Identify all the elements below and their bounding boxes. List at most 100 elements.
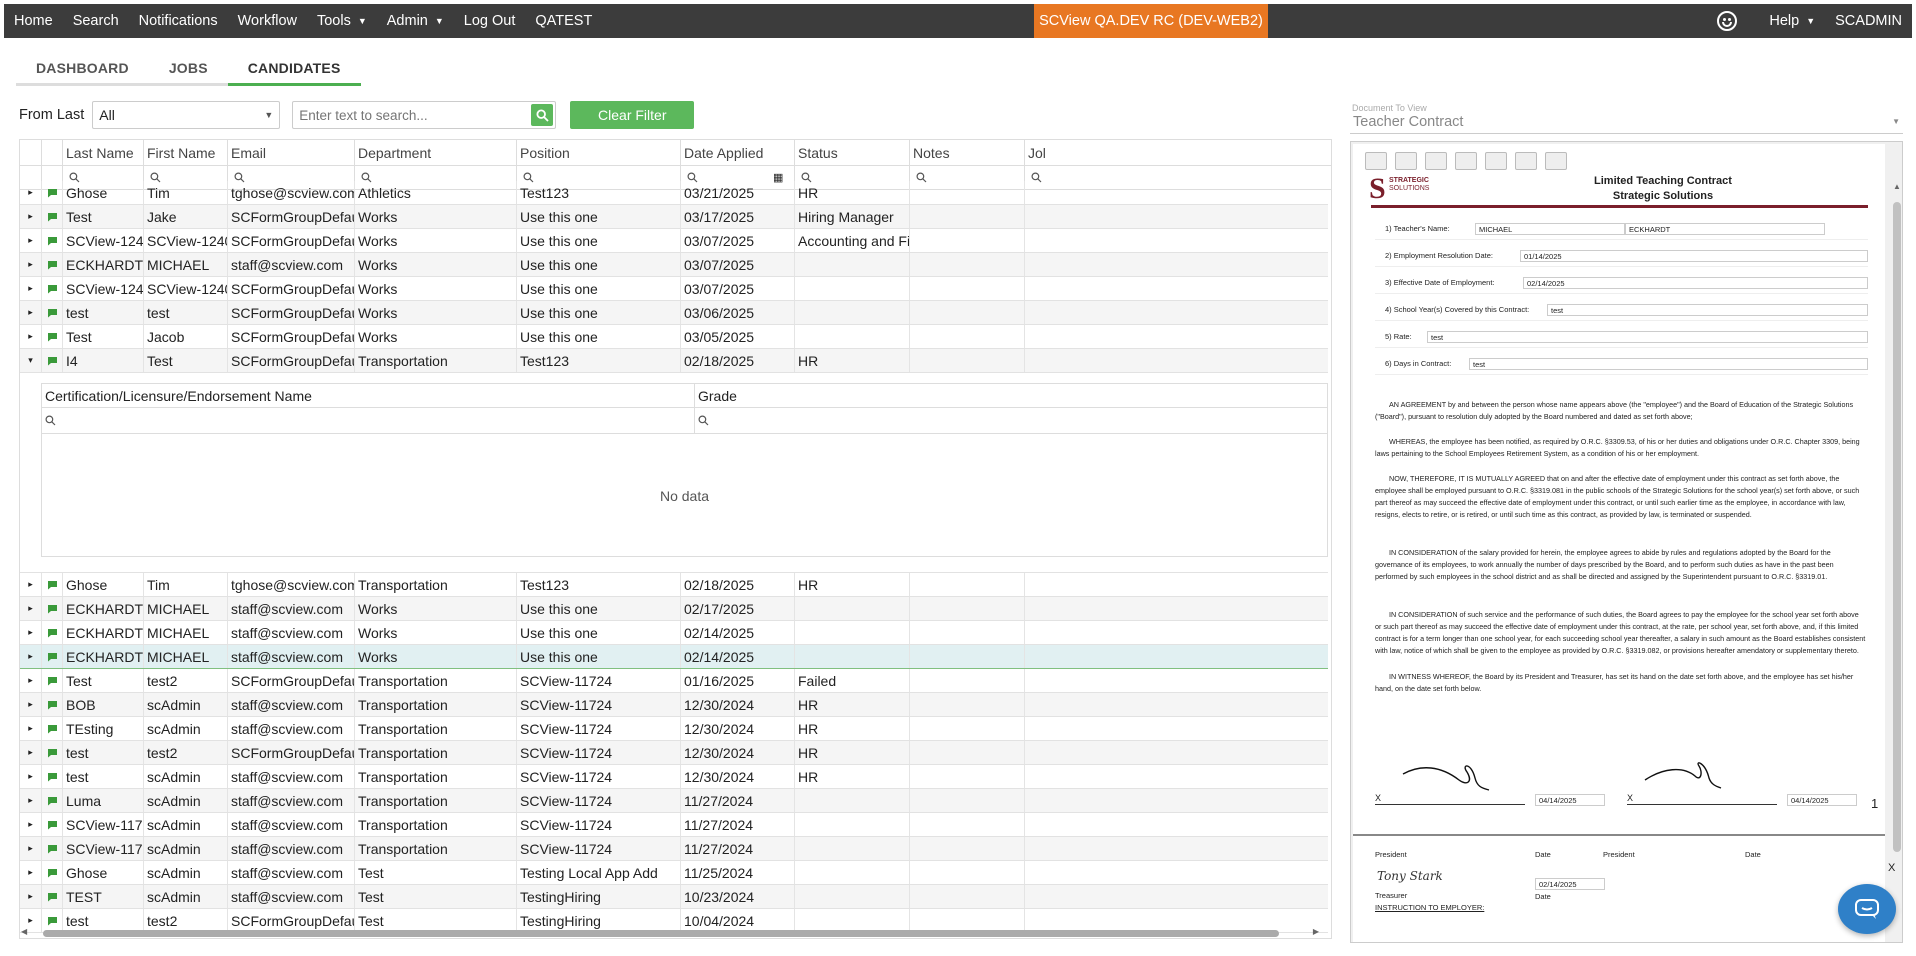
table-row[interactable]: ▸ test scAdmin staff@scview.com Transportati… [20, 765, 1328, 789]
tab-jobs[interactable]: JOBS [148, 52, 228, 86]
column-header-certification[interactable]: Certification/Licensure/Endorsement Name [42, 384, 695, 407]
column-header-status[interactable]: Status [795, 140, 910, 165]
clear-filter-button[interactable]: Clear Filter [570, 101, 695, 129]
table-row[interactable]: ▸ Ghose Tim tghose@scview.com Athletics Test1… [20, 181, 1328, 205]
document-select[interactable]: Teacher Contract ▼ [1350, 110, 1903, 134]
row-expand-toggle[interactable]: ▸ [20, 597, 42, 620]
scroll-left-icon[interactable]: ◀ [21, 927, 27, 936]
row-expand-toggle[interactable]: ▸ [20, 621, 42, 644]
row-expand-toggle[interactable]: ▸ [20, 693, 42, 716]
row-expand-toggle[interactable]: ▸ [20, 301, 42, 324]
search-button[interactable] [531, 104, 554, 126]
row-expand-toggle[interactable]: ▸ [20, 277, 42, 300]
grid-vertical-scrollbar[interactable]: ▲ ▼ [1330, 200, 1332, 920]
row-expand-toggle[interactable]: ▸ [20, 205, 42, 228]
row-message-button[interactable] [42, 205, 63, 228]
table-row[interactable]: ▸ Test Jacob SCFormGroupDefault...Works Use … [20, 325, 1328, 349]
row-expand-toggle[interactable]: ▸ [20, 253, 42, 276]
row-expand-toggle[interactable]: ▸ [20, 717, 42, 740]
row-expand-toggle[interactable]: ▸ [20, 229, 42, 252]
filter-certification[interactable] [42, 408, 695, 433]
document-vertical-scrollbar[interactable]: ▲ [1891, 182, 1902, 872]
row-expand-toggle[interactable]: ▸ [20, 813, 42, 836]
table-row[interactable]: ▸SCView-1240...SCView-1240...SCFormGroup… [20, 229, 1328, 253]
row-message-button[interactable] [42, 349, 63, 372]
tab-candidates[interactable]: CANDIDATES [227, 52, 361, 86]
help-menu[interactable]: Help ▼ [1759, 4, 1825, 38]
row-message-button[interactable] [42, 325, 63, 348]
column-header-date-applied[interactable]: Date Applied↓ [681, 140, 795, 165]
scroll-up-icon[interactable]: ▲ [1893, 182, 1901, 191]
column-header-email[interactable]: Email [228, 140, 355, 165]
row-message-button[interactable] [42, 717, 63, 740]
row-expand-toggle[interactable]: ▸ [20, 181, 42, 204]
column-header-job[interactable]: Jol [1025, 140, 1331, 165]
row-message-button[interactable] [42, 861, 63, 884]
row-expand-toggle[interactable]: ▸ [20, 837, 42, 860]
zoom-icon[interactable] [1545, 152, 1567, 170]
table-row[interactable]: ▸SCView-11724scAdminstaff@scview.comTran… [20, 813, 1328, 837]
filter-grade[interactable] [695, 408, 1329, 433]
table-row[interactable]: ▸ TEST scAdmin staff@scview.com Test TestingH… [20, 885, 1328, 909]
table-row[interactable]: ▸ BOB scAdmin staff@scview.com Transportatio… [20, 693, 1328, 717]
row-expand-toggle[interactable]: ▸ [20, 645, 42, 668]
nav-item-search[interactable]: Search [63, 4, 129, 38]
search-input[interactable] [299, 107, 532, 123]
table-row[interactable]: ▸SCView-11724scAdminstaff@scview.comTran… [20, 837, 1328, 861]
row-message-button[interactable] [42, 813, 63, 836]
fit-page-icon[interactable] [1455, 152, 1477, 170]
row-expand-toggle[interactable]: ▸ [20, 669, 42, 692]
row-message-button[interactable] [42, 229, 63, 252]
table-row[interactable]: ▸ Test Jake SCFormGroupDefault...Works Use t… [20, 205, 1328, 229]
table-row[interactable]: ▸ ECKHARDT MICHAEL staff@scview.com Works Use… [20, 253, 1328, 277]
grid-horizontal-scroll-thumb[interactable] [43, 930, 1279, 937]
row-expand-toggle[interactable]: ▸ [20, 573, 42, 596]
row-expand-toggle[interactable]: ▸ [20, 325, 42, 348]
chat-support-button[interactable] [1838, 884, 1896, 934]
column-header-last-name[interactable]: Last Name [63, 140, 144, 165]
nav-item-notifications[interactable]: Notifications [129, 4, 228, 38]
row-expand-toggle[interactable]: ▸ [20, 789, 42, 812]
nav-item-tools[interactable]: Tools ▼ [307, 4, 377, 38]
document-viewer[interactable]: S STRATEGIC SOLUTIONS Limited Teaching C… [1350, 141, 1903, 943]
row-message-button[interactable] [42, 621, 63, 644]
row-message-button[interactable] [42, 645, 63, 668]
rotate-left-icon[interactable] [1485, 152, 1507, 170]
row-message-button[interactable] [42, 789, 63, 812]
nav-item-qatest[interactable]: QATEST [525, 4, 602, 38]
row-message-button[interactable] [42, 181, 63, 204]
row-expand-toggle[interactable]: ▸ [20, 861, 42, 884]
table-row[interactable]: ▸ Ghose scAdmin staff@scview.com Test Testing… [20, 861, 1328, 885]
row-message-button[interactable] [42, 573, 63, 596]
row-message-button[interactable] [42, 277, 63, 300]
row-expand-toggle[interactable]: ▸ [20, 765, 42, 788]
feedback-smiley-icon[interactable] [1717, 11, 1738, 31]
rotate-right-icon[interactable] [1515, 152, 1537, 170]
table-row[interactable]: ▸ Test test2 SCFormGroupDefault...Transport… [20, 669, 1328, 693]
tab-dashboard[interactable]: DASHBOARD [16, 52, 149, 86]
row-expand-toggle[interactable]: ▸ [20, 885, 42, 908]
from-last-select[interactable]: All ▼ [92, 101, 281, 129]
table-row[interactable]: ▸ Ghose Tim tghose@scview.com Transportation… [20, 573, 1328, 597]
row-message-button[interactable] [42, 669, 63, 692]
nav-item-log-out[interactable]: Log Out [454, 4, 526, 38]
table-row[interactable]: ▸ TEsting scAdmin staff@scview.com Transport… [20, 717, 1328, 741]
scroll-up-icon[interactable]: ▲ [1331, 200, 1332, 209]
table-row[interactable]: ▸ ECKHARDT MICHAEL staff@scview.com Works Use… [20, 645, 1328, 669]
column-header-position[interactable]: Position [517, 140, 681, 165]
column-header-department[interactable]: Department [355, 140, 517, 165]
table-row[interactable]: ▸ test test2 SCFormGroupDefault...Transport… [20, 741, 1328, 765]
column-header-grade[interactable]: Grade [695, 384, 1329, 407]
row-message-button[interactable] [42, 253, 63, 276]
user-menu[interactable]: SCADMIN [1825, 4, 1912, 38]
document-scroll-thumb[interactable] [1893, 202, 1901, 852]
nav-item-admin[interactable]: Admin ▼ [377, 4, 454, 38]
scroll-right-icon[interactable]: ▶ [1313, 927, 1319, 936]
row-message-button[interactable] [42, 741, 63, 764]
table-row[interactable]: ▸ ECKHARDT MICHAEL staff@scview.com Works Use… [20, 621, 1328, 645]
grid-horizontal-scrollbar[interactable]: ◀ ▶ [19, 927, 1319, 939]
row-message-button[interactable] [42, 301, 63, 324]
row-message-button[interactable] [42, 693, 63, 716]
table-row[interactable]: ▸ ECKHARDT MICHAEL staff@scview.com Works Use… [20, 597, 1328, 621]
table-row[interactable]: ▸ Luma scAdmin staff@scview.com Transportati… [20, 789, 1328, 813]
